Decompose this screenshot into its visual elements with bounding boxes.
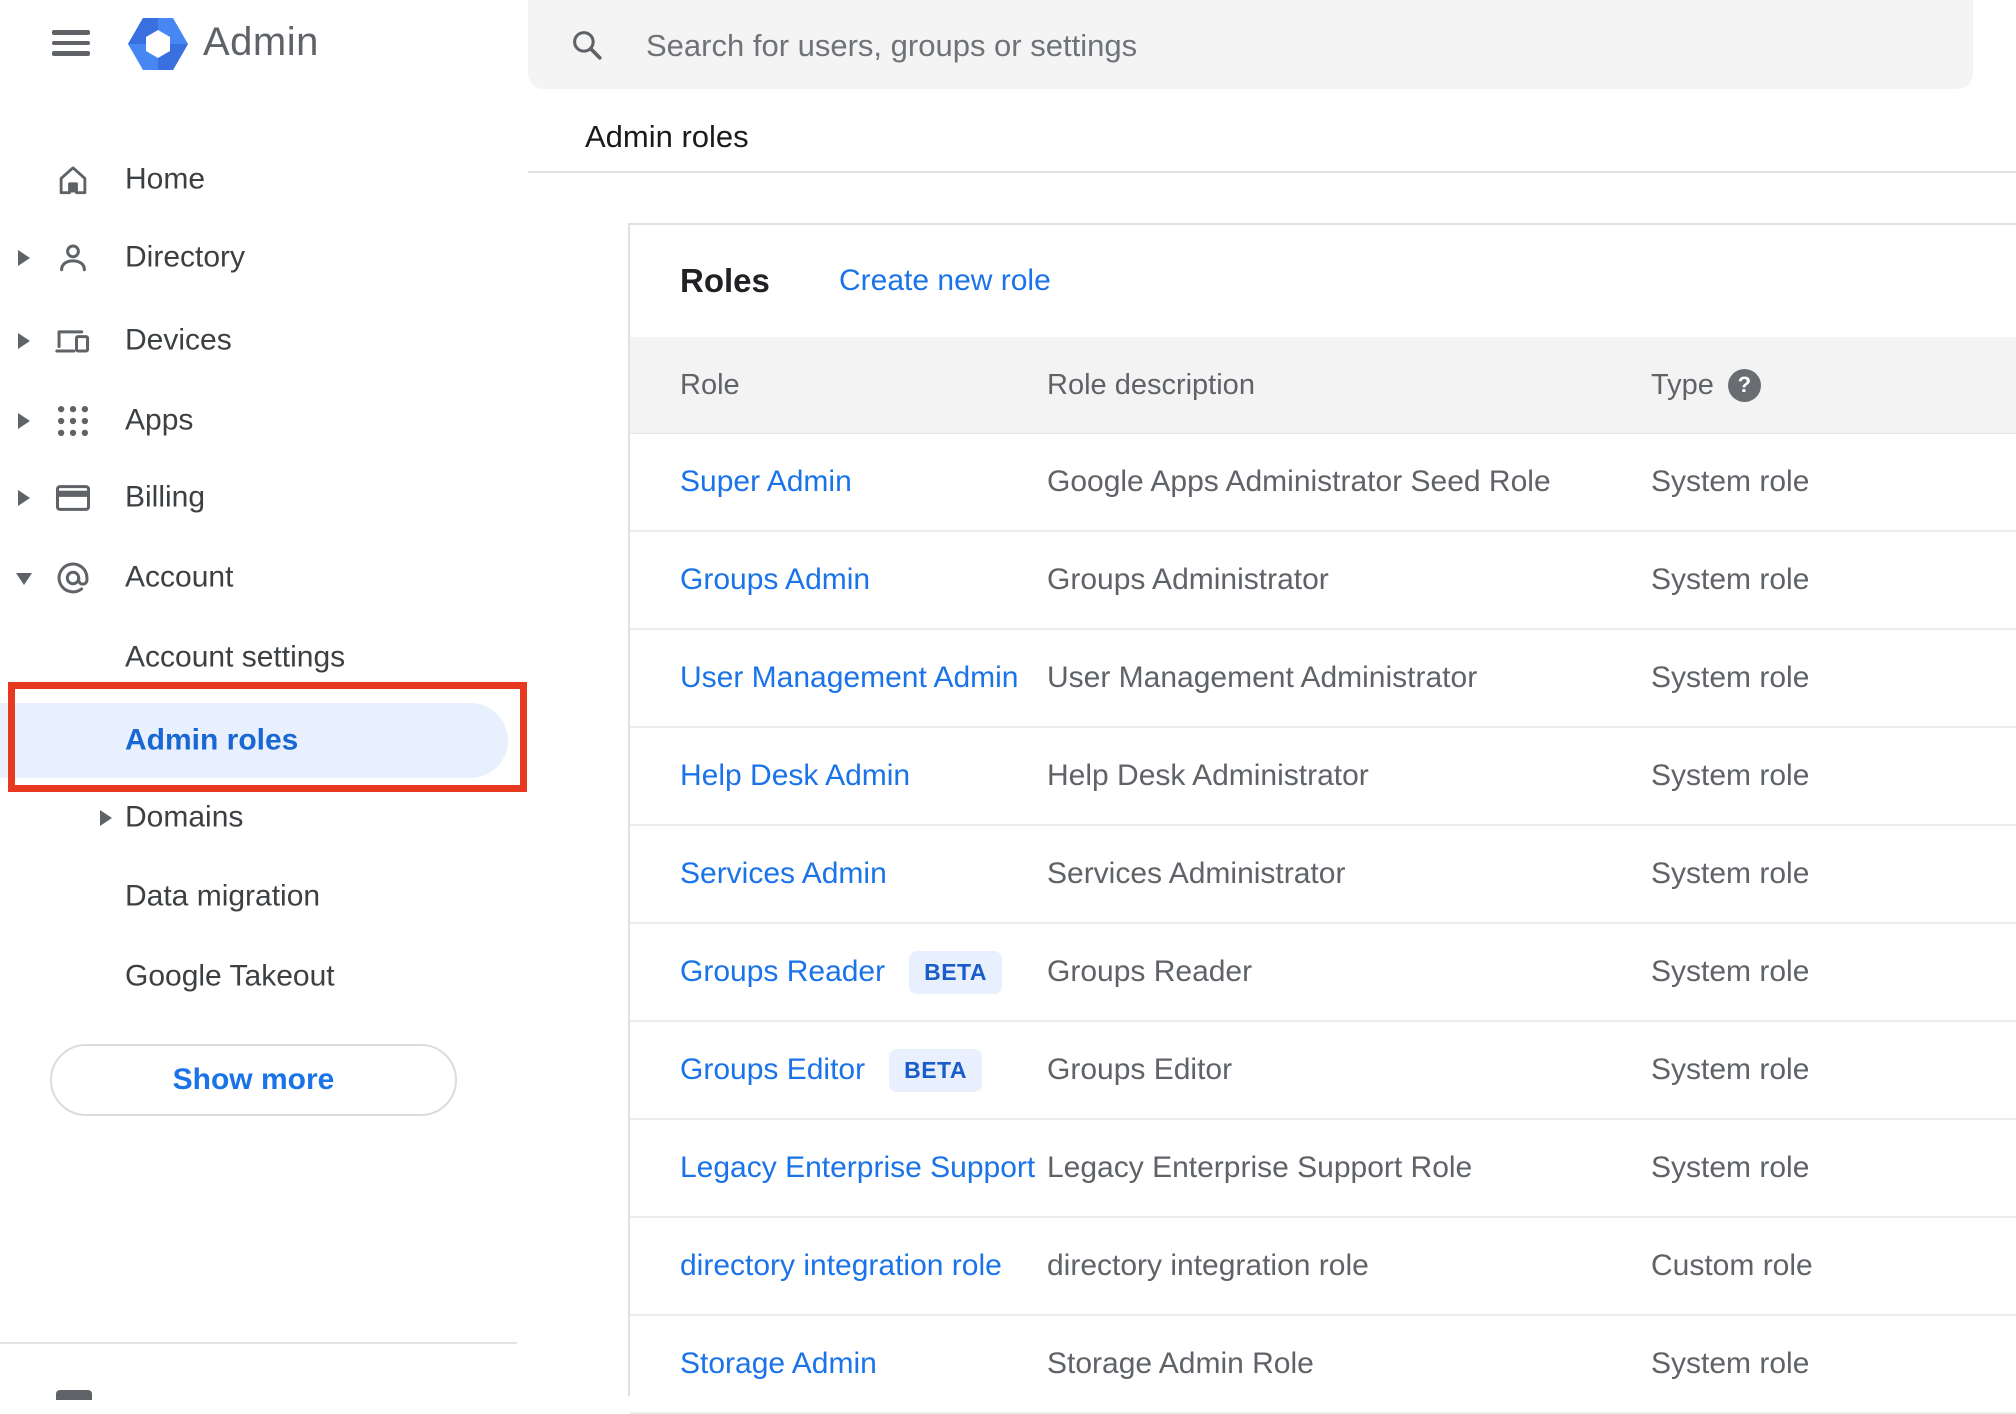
- beta-badge: BETA: [909, 950, 1003, 994]
- content-divider: [528, 171, 2016, 173]
- table-body: Super Admin Google Apps Administrator Se…: [630, 434, 2016, 1414]
- expand-right-icon[interactable]: [18, 490, 30, 506]
- sidebar-item-billing[interactable]: Billing: [0, 458, 517, 538]
- table-row: Storage Admin Storage Admin Role System …: [630, 1316, 2016, 1414]
- role-description: Groups Editor: [1047, 1053, 1233, 1086]
- table-row: Groups Editor BETA Groups Editor System …: [630, 1022, 2016, 1120]
- role-type: System role: [1651, 661, 1810, 694]
- sidebar-item-admin-roles[interactable]: Admin roles: [0, 703, 508, 778]
- table-row: Help Desk Admin Help Desk Administrator …: [630, 728, 2016, 826]
- role-link[interactable]: Super Admin: [680, 465, 852, 499]
- role-description: Services Administrator: [1047, 857, 1346, 890]
- role-description: Groups Administrator: [1047, 563, 1329, 596]
- help-icon[interactable]: ?: [1727, 368, 1761, 402]
- role-type: System role: [1651, 563, 1810, 596]
- table-header-row: Role Role description Type ?: [630, 337, 2016, 434]
- expand-right-icon[interactable]: [18, 413, 30, 429]
- role-type: System role: [1651, 465, 1810, 498]
- table-row: Legacy Enterprise Support Legacy Enterpr…: [630, 1120, 2016, 1218]
- role-description: directory integration role: [1047, 1249, 1369, 1282]
- expand-right-icon[interactable]: [18, 250, 30, 266]
- search-icon: [573, 31, 602, 60]
- column-header-type: Type ?: [1651, 368, 2016, 402]
- column-header-role-description: Role description: [1047, 368, 1255, 401]
- table-row: Super Admin Google Apps Administrator Se…: [630, 434, 2016, 532]
- admin-logo-icon: [128, 18, 188, 70]
- app-title: Admin: [203, 20, 319, 64]
- role-description: Help Desk Administrator: [1047, 759, 1369, 792]
- role-type: Custom role: [1651, 1249, 1813, 1282]
- sidebar-item-apps[interactable]: Apps: [0, 381, 517, 461]
- roles-card-header: Roles Create new role: [630, 225, 2016, 337]
- role-description: Storage Admin Role: [1047, 1347, 1314, 1380]
- breadcrumb: Admin roles: [585, 119, 749, 154]
- sidebar-item-domains[interactable]: Domains: [0, 778, 517, 858]
- home-icon: [54, 161, 92, 199]
- role-link[interactable]: Storage Admin: [680, 1347, 877, 1381]
- role-type: System role: [1651, 1151, 1810, 1184]
- create-new-role-link[interactable]: Create new role: [839, 225, 1051, 337]
- collapse-down-icon[interactable]: [16, 573, 32, 585]
- role-description: Legacy Enterprise Support Role: [1047, 1151, 1473, 1184]
- expand-right-icon[interactable]: [100, 810, 112, 826]
- role-link[interactable]: Groups Admin: [680, 563, 870, 597]
- role-link[interactable]: Groups Editor: [680, 1053, 865, 1087]
- table-row: Groups Admin Groups Administrator System…: [630, 532, 2016, 630]
- at-sign-icon: [54, 559, 92, 597]
- search-input[interactable]: [644, 0, 1928, 91]
- sidebar-item-home[interactable]: Home: [0, 140, 517, 220]
- role-type: System role: [1651, 1053, 1810, 1086]
- sidebar-item-account-settings[interactable]: Account settings: [0, 618, 517, 698]
- role-link[interactable]: directory integration role: [680, 1249, 1002, 1283]
- role-description: Groups Reader: [1047, 955, 1253, 988]
- table-row: Groups Reader BETA Groups Reader System …: [630, 924, 2016, 1022]
- show-more-button[interactable]: Show more: [50, 1044, 457, 1116]
- sidebar-divider: [0, 1342, 517, 1344]
- card-title: Roles: [680, 262, 770, 299]
- table-row: directory integration role directory int…: [630, 1218, 2016, 1316]
- roles-card: Roles Create new role Role Role descript…: [628, 223, 2016, 1414]
- role-type: System role: [1651, 955, 1810, 988]
- person-icon: [54, 239, 92, 277]
- sidebar-item-google-takeout[interactable]: Google Takeout: [0, 937, 517, 1017]
- apps-grid-icon: [54, 402, 92, 440]
- role-link[interactable]: User Management Admin: [680, 661, 1019, 695]
- role-link[interactable]: Help Desk Admin: [680, 759, 910, 793]
- role-link[interactable]: Groups Reader: [680, 955, 885, 989]
- role-type: System role: [1651, 857, 1810, 890]
- role-description: User Management Administrator: [1047, 661, 1478, 694]
- sidebar-item-account[interactable]: Account: [0, 538, 517, 618]
- expand-right-icon[interactable]: [18, 333, 30, 349]
- sidebar: Admin Home Directory Devices Apps Billin…: [0, 0, 527, 1400]
- devices-icon: [54, 322, 92, 360]
- sidebar-item-directory[interactable]: Directory: [0, 218, 517, 298]
- table-row: Services Admin Services Administrator Sy…: [630, 826, 2016, 924]
- beta-badge: BETA: [889, 1048, 982, 1092]
- role-link[interactable]: Services Admin: [680, 857, 887, 891]
- partial-bottom-icon: [56, 1390, 92, 1400]
- table-row: User Management Admin User Management Ad…: [630, 630, 2016, 728]
- credit-card-icon: [54, 479, 92, 517]
- role-type: System role: [1651, 759, 1810, 792]
- sidebar-item-data-migration[interactable]: Data migration: [0, 857, 517, 937]
- sidebar-item-devices[interactable]: Devices: [0, 301, 517, 381]
- hamburger-menu-icon[interactable]: [52, 30, 90, 56]
- column-header-role: Role: [680, 368, 740, 401]
- role-type: System role: [1651, 1347, 1810, 1380]
- role-description: Google Apps Administrator Seed Role: [1047, 465, 1551, 498]
- search-bar: [528, 0, 1973, 91]
- role-link[interactable]: Legacy Enterprise Support: [680, 1151, 1035, 1185]
